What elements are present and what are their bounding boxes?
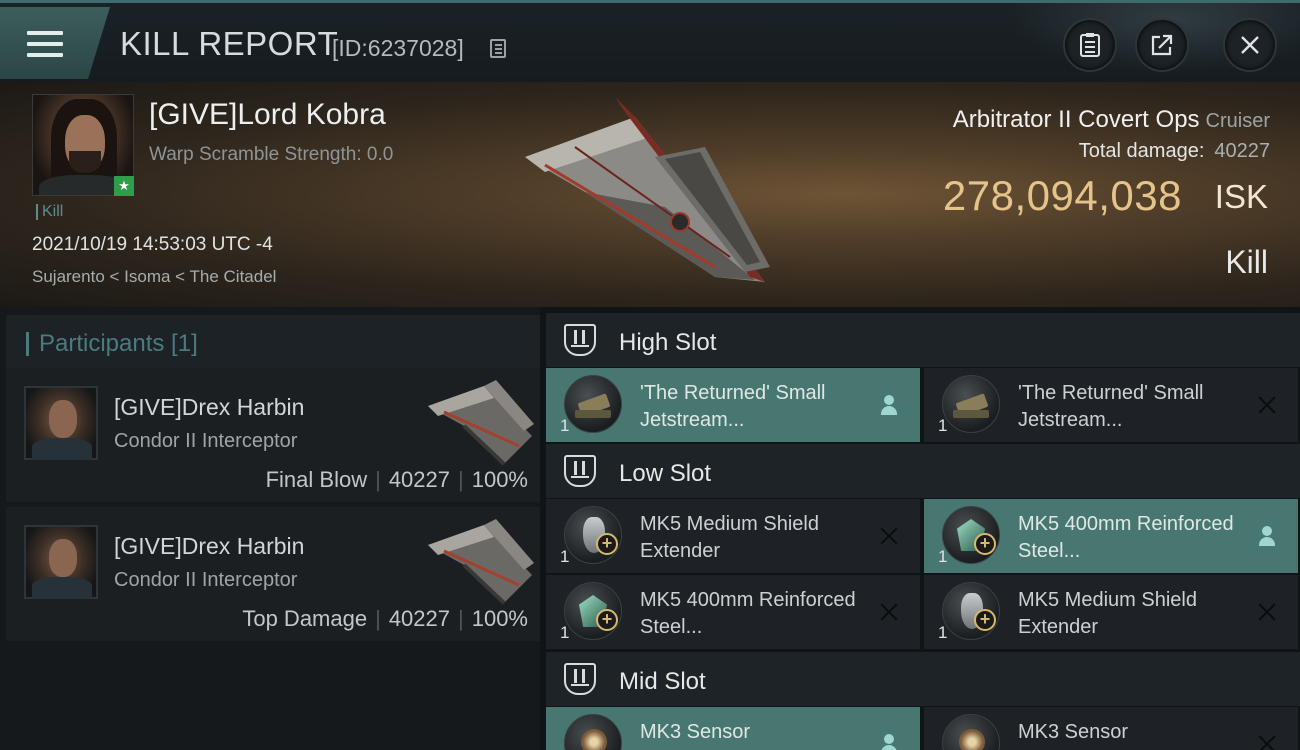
kill-summary-panel: ★ [GIVE]Lord Kobra Warp Scramble Strengt… — [0, 82, 1300, 307]
report-id: [ID:6237028] — [332, 35, 464, 61]
module-slot[interactable]: + 1 MK5 Medium Shield Extender — [546, 499, 920, 573]
module-slot[interactable]: 1 'The Returned' Small Jetstream... — [546, 368, 920, 442]
participant-percent: 100% — [471, 467, 528, 492]
ship-class: Cruiser — [1205, 110, 1270, 132]
total-damage-value: 40227 — [1214, 140, 1270, 162]
module-name: MK5 400mm Reinforced Steel... — [1018, 513, 1234, 562]
hamburger-icon — [27, 31, 63, 57]
module-name: MK5 Medium Shield Extender — [640, 513, 819, 562]
page-title: KILL REPORT — [120, 25, 339, 62]
participant-stats: Top Damage | 40227 | 100% — [242, 606, 528, 631]
participants-title: Participants [1] — [26, 332, 198, 356]
header-bar: KILL REPORT [ID:6237028] — [0, 0, 1300, 85]
participant-ship: Condor II Interceptor — [114, 430, 298, 452]
participant-ship-image — [428, 519, 534, 605]
participant-row[interactable]: [GIVE]Drex Harbin Condor II Interceptor … — [6, 368, 540, 502]
kill-datetime: 2021/10/19 14:53:03 UTC -4 — [32, 234, 273, 255]
clipboard-icon — [1080, 33, 1100, 57]
weapon-module-icon — [942, 375, 1000, 433]
participant-role: Final Blow — [265, 467, 368, 492]
module-name: 'The Returned' Small Jetstream... — [640, 382, 826, 431]
module-slot[interactable]: + 1 MK5 400mm Reinforced Steel... — [546, 575, 920, 649]
participant-damage: 40227 — [388, 606, 450, 631]
close-icon — [1241, 36, 1259, 54]
plus-badge-icon: + — [974, 533, 996, 555]
share-button[interactable] — [1135, 18, 1189, 72]
plus-badge-icon: + — [974, 609, 996, 631]
victim-name[interactable]: [GIVE]Lord Kobra — [149, 98, 386, 132]
sensor-module-icon — [564, 714, 622, 750]
participants-panel: Participants [1] [GIVE]Drex Harbin Condo… — [0, 307, 540, 750]
menu-button[interactable] — [0, 7, 110, 79]
module-quantity: 1 — [938, 623, 948, 642]
module-name: 'The Returned' Small Jetstream... — [1018, 382, 1204, 431]
plus-badge-icon: + — [596, 533, 618, 555]
mid-slot-label: Mid Slot — [619, 668, 706, 695]
victim-ship-name[interactable]: Arbitrator II Covert Ops Cruiser — [953, 106, 1270, 134]
weapon-module-icon — [564, 375, 622, 433]
sensor-module-icon — [942, 714, 1000, 750]
total-damage: Total damage: 40227 — [1078, 140, 1270, 162]
slot-icon — [564, 324, 596, 356]
dropped-person-icon — [878, 394, 900, 416]
module-slot[interactable]: + 1 MK5 400mm Reinforced Steel... — [924, 499, 1298, 573]
close-button[interactable] — [1223, 18, 1277, 72]
destroyed-x-icon — [1256, 394, 1278, 416]
mid-slot-header: Mid Slot — [546, 652, 1300, 706]
kill-type-label: Kill — [1225, 244, 1268, 280]
module-quantity: 1 — [560, 416, 570, 435]
module-slot[interactable]: MK3 Sensor — [546, 707, 920, 750]
participant-avatar[interactable] — [24, 386, 98, 460]
low-slot-header: Low Slot — [546, 444, 1300, 498]
module-name: MK5 Medium Shield Extender — [1018, 589, 1197, 638]
module-slot[interactable]: MK3 Sensor — [924, 707, 1298, 750]
module-slot[interactable]: 1 'The Returned' Small Jetstream... — [924, 368, 1298, 442]
module-name: MK3 Sensor — [1018, 721, 1129, 743]
slot-icon — [564, 663, 596, 695]
copy-icon[interactable] — [490, 39, 506, 58]
high-slot-label: High Slot — [619, 329, 717, 356]
participant-row[interactable]: [GIVE]Drex Harbin Condor II Interceptor … — [6, 507, 540, 641]
dropped-person-icon — [878, 733, 900, 750]
standing-star-icon: ★ — [114, 176, 134, 196]
kill-location[interactable]: Sujarento < Isoma < The Citadel — [32, 267, 276, 287]
participant-role: Top Damage — [242, 606, 368, 631]
victim-ship-image[interactable] — [515, 97, 785, 287]
plus-badge-icon: + — [596, 609, 618, 631]
participant-percent: 100% — [471, 606, 528, 631]
participant-avatar[interactable] — [24, 525, 98, 599]
module-quantity: 1 — [560, 623, 570, 642]
isk-value: 278,094,038 — [942, 172, 1182, 219]
module-quantity: 1 — [938, 547, 948, 566]
participant-name: [GIVE]Drex Harbin — [114, 394, 305, 420]
module-slot[interactable]: + 1 MK5 Medium Shield Extender — [924, 575, 1298, 649]
participant-name: [GIVE]Drex Harbin — [114, 533, 305, 559]
clipboard-button[interactable] — [1063, 18, 1117, 72]
kill-tag: Kill — [36, 204, 63, 220]
low-slot-label: Low Slot — [619, 460, 712, 487]
module-name: MK3 Sensor — [640, 721, 751, 743]
slot-icon — [564, 455, 596, 487]
isk-unit: ISK — [1214, 178, 1268, 215]
share-icon — [1151, 34, 1173, 56]
warp-scramble-strength: Warp Scramble Strength: 0.0 — [149, 144, 394, 165]
fitting-panel: High Slot 1 'The Returned' Small Jetstre… — [540, 307, 1300, 750]
participant-stats: Final Blow | 40227 | 100% — [265, 467, 528, 492]
module-quantity: 1 — [560, 547, 570, 566]
high-slot-header: High Slot — [546, 313, 1300, 367]
module-quantity: 1 — [938, 416, 948, 435]
participants-header: Participants [1] — [6, 315, 540, 371]
participant-ship-image — [428, 380, 534, 466]
participant-ship: Condor II Interceptor — [114, 569, 298, 591]
destroyed-x-icon — [878, 601, 900, 623]
module-name: MK5 400mm Reinforced Steel... — [640, 589, 856, 638]
participant-damage: 40227 — [388, 467, 450, 492]
destroyed-x-icon — [1256, 733, 1278, 750]
dropped-person-icon — [1256, 525, 1278, 547]
destroyed-x-icon — [878, 525, 900, 547]
destroyed-x-icon — [1256, 601, 1278, 623]
